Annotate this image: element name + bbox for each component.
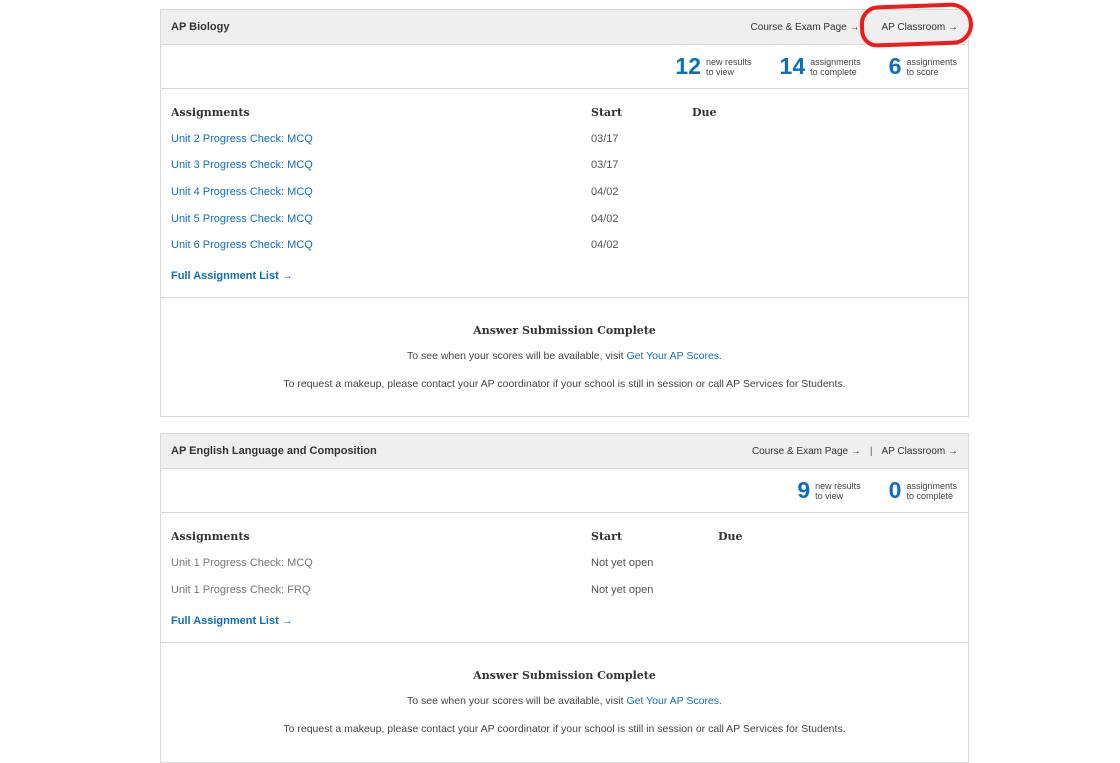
course-card-ap-biology: AP Biology Course & Exam Page → AP Class…	[160, 9, 969, 417]
stat-assignments-to-complete[interactable]: 14 assignments to complete	[780, 55, 861, 78]
course-exam-page-link[interactable]: Course & Exam Page →	[752, 446, 861, 457]
stat-assignments-to-complete[interactable]: 0 assignments to complete	[889, 479, 957, 502]
stat-number: 6	[888, 53, 902, 79]
full-assignment-list-link[interactable]: Full Assignment List →	[171, 270, 293, 282]
submission-notice: Answer Submission Complete To see when y…	[161, 643, 968, 763]
assignment-start-date: 03/17	[591, 133, 619, 145]
notice-scores-line: To see when your scores will be availabl…	[161, 350, 968, 362]
get-your-ap-scores-link[interactable]: Get Your AP Scores.	[626, 695, 722, 707]
notice-text: To see when your scores will be availabl…	[407, 695, 627, 707]
assignment-link[interactable]: Unit 2 Progress Check: MCQ	[171, 133, 313, 145]
assignment-start-date: Not yet open	[591, 584, 654, 596]
submission-notice: Answer Submission Complete To see when y…	[161, 298, 968, 416]
stat-number: 12	[675, 53, 702, 79]
assignment-start-date: 04/02	[591, 239, 619, 251]
notice-scores-line: To see when your scores will be availabl…	[161, 695, 968, 707]
notice-title: Answer Submission Complete	[473, 669, 656, 682]
stat-label: new results to view	[815, 480, 861, 501]
stat-label: assignments to score	[906, 56, 957, 77]
assignment-start-date: 04/02	[591, 213, 619, 225]
assignment-link[interactable]: Unit 4 Progress Check: MCQ	[171, 186, 313, 198]
course-header-links: Course & Exam Page → | AP Classroom →	[752, 446, 958, 457]
notice-makeup-line: To request a makeup, please contact your…	[283, 378, 846, 390]
notice-makeup-line: To request a makeup, please contact your…	[283, 723, 846, 735]
full-assignment-list-link[interactable]: Full Assignment List →	[171, 615, 293, 627]
assignment-name: Unit 1 Progress Check: FRQ	[171, 584, 311, 596]
start-column-header: Start	[591, 106, 623, 119]
assignments-column-header: Assignments	[171, 106, 250, 119]
header-link-separator: |	[869, 445, 873, 457]
due-column-header: Due	[692, 106, 717, 119]
assignments-column-header: Assignments	[171, 530, 250, 543]
course-title: AP English Language and Composition	[171, 445, 377, 457]
stat-new-results[interactable]: 12 new results to view	[675, 55, 751, 78]
assignment-start-date: 03/17	[591, 159, 619, 171]
assignment-name: Unit 1 Progress Check: MCQ	[171, 557, 313, 569]
due-column-header: Due	[718, 530, 743, 543]
course-header: AP Biology Course & Exam Page → AP Class…	[161, 10, 968, 45]
ap-classroom-link[interactable]: AP Classroom →	[881, 446, 958, 457]
course-stats: 12 new results to view 14 assignments to c…	[161, 45, 968, 89]
assignments-section: Assignments Start Due Unit 2 Progress Ch…	[161, 89, 968, 298]
assignment-link[interactable]: Unit 3 Progress Check: MCQ	[171, 159, 313, 171]
assignment-link[interactable]: Unit 6 Progress Check: MCQ	[171, 239, 313, 251]
stat-label: assignments to complete	[906, 480, 957, 501]
stat-number: 14	[779, 53, 806, 79]
course-exam-page-link[interactable]: Course & Exam Page →	[751, 22, 860, 33]
stat-number: 9	[797, 477, 811, 503]
assignment-link[interactable]: Unit 5 Progress Check: MCQ	[171, 213, 313, 225]
stat-label: assignments to complete	[810, 56, 861, 77]
assignment-start-date: Not yet open	[591, 557, 654, 569]
notice-text: To see when your scores will be availabl…	[407, 350, 627, 362]
course-card-ap-english-language: AP English Language and Composition Cour…	[160, 433, 969, 763]
get-your-ap-scores-link[interactable]: Get Your AP Scores.	[626, 350, 722, 362]
assignment-start-date: 04/02	[591, 186, 619, 198]
start-column-header: Start	[591, 530, 623, 543]
stat-assignments-to-score[interactable]: 6 assignments to score	[889, 55, 957, 78]
assignments-section: Assignments Start Due Unit 1 Progress Ch…	[161, 513, 968, 643]
course-header: AP English Language and Composition Cour…	[161, 434, 968, 469]
stat-new-results[interactable]: 9 new results to view	[797, 479, 860, 502]
notice-title: Answer Submission Complete	[473, 324, 656, 337]
course-stats: 9 new results to view 0 assignments to com…	[161, 469, 968, 513]
stat-number: 0	[888, 477, 902, 503]
course-title: AP Biology	[171, 21, 230, 33]
stat-label: new results to view	[706, 56, 752, 77]
red-circle-annotation	[859, 2, 974, 48]
